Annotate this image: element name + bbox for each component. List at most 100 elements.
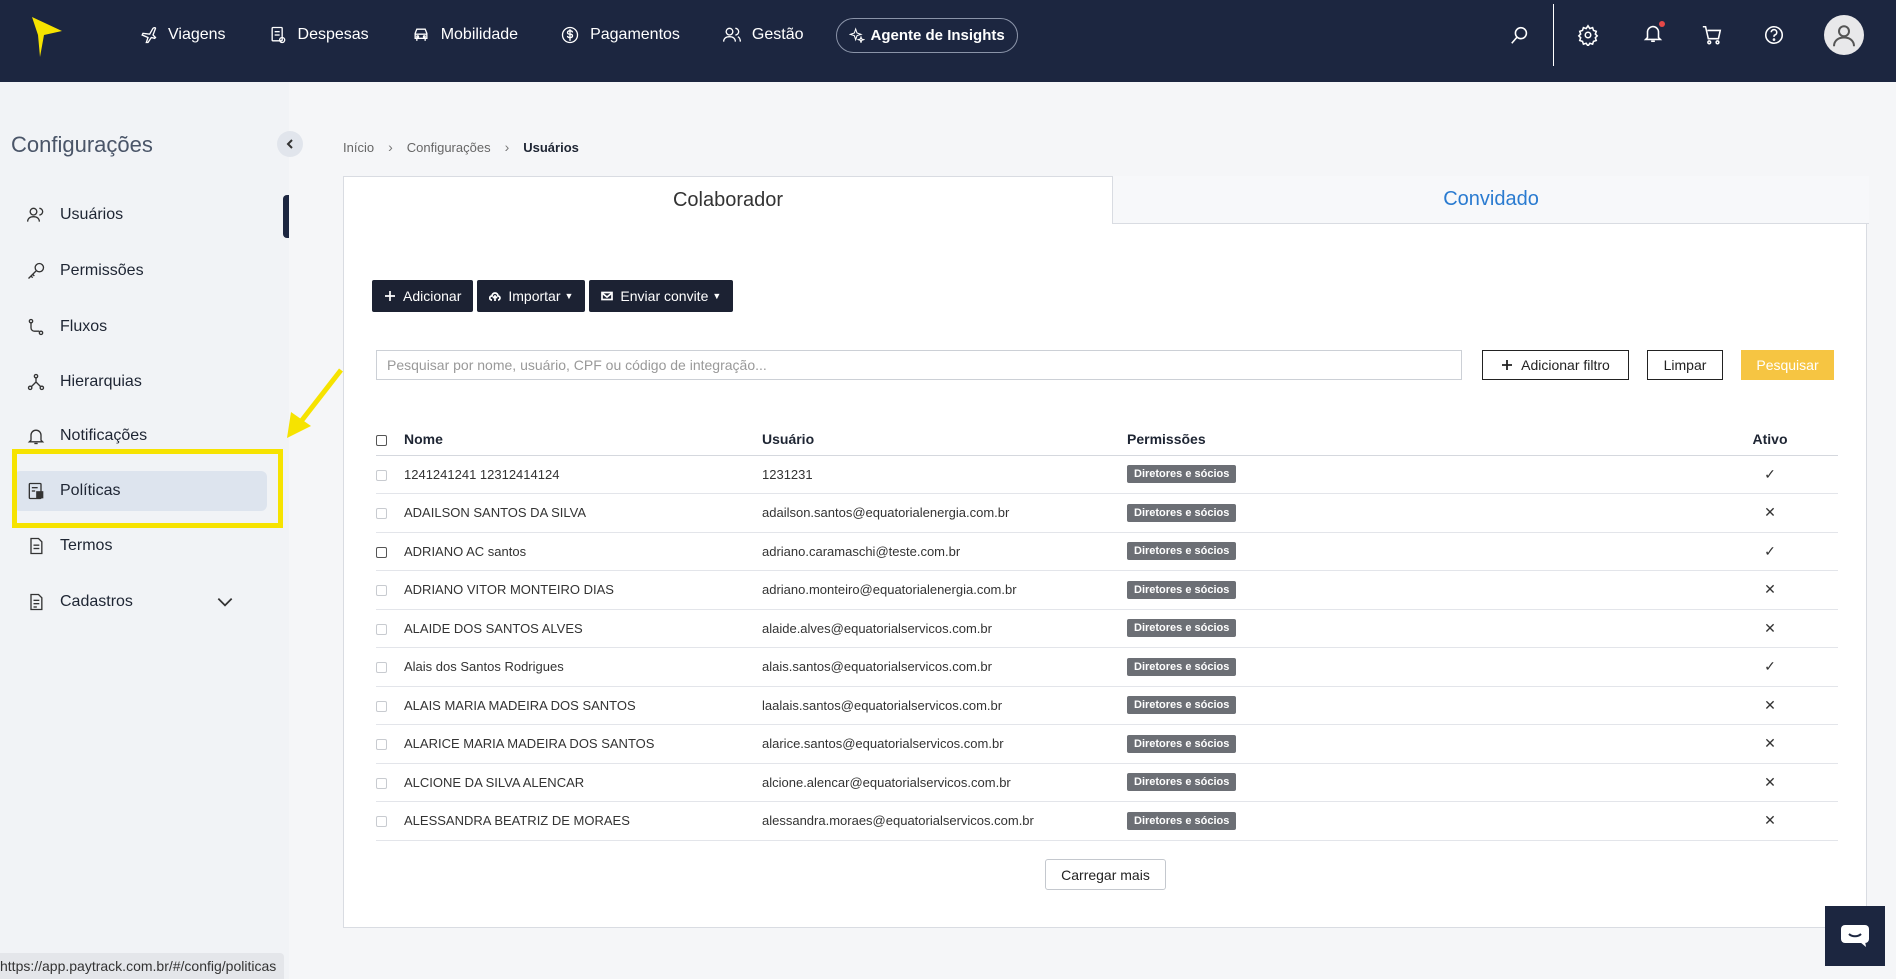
help-icon[interactable] bbox=[1763, 24, 1785, 46]
sidebar-collapse-button[interactable] bbox=[277, 131, 303, 157]
row-checkbox[interactable] bbox=[376, 508, 387, 520]
row-checkbox[interactable] bbox=[376, 546, 387, 558]
cell-permission: Diretores e sócios bbox=[1127, 532, 1702, 571]
row-checkbox[interactable] bbox=[376, 585, 387, 597]
cell-active: ✕ bbox=[1702, 801, 1838, 841]
chevron-left-icon bbox=[286, 139, 293, 149]
cell-user: adriano.monteiro@equatorialenergia.com.b… bbox=[762, 570, 1127, 610]
permission-badge: Diretores e sócios bbox=[1127, 657, 1237, 676]
nav-gestao[interactable]: Gestão bbox=[722, 25, 804, 45]
register-icon bbox=[30, 593, 43, 611]
table-row[interactable]: ADRIANO VITOR MONTEIRO DIAS adriano.monte… bbox=[376, 570, 1838, 610]
chevron-down-icon bbox=[217, 598, 233, 607]
cell-name: 1241241241 12312414124 bbox=[404, 455, 762, 494]
users-icon bbox=[27, 207, 44, 222]
table-row[interactable]: 1241241241 12312414124 1231231 Diretores e… bbox=[376, 455, 1838, 494]
row-checkbox[interactable] bbox=[376, 777, 387, 789]
sidebar-item-label: Termos bbox=[60, 537, 113, 554]
cart-icon[interactable] bbox=[1701, 24, 1723, 46]
nav-despesas[interactable]: Despesas bbox=[268, 25, 369, 45]
gear-icon[interactable] bbox=[1577, 24, 1599, 46]
nav-despesas-label: Despesas bbox=[297, 26, 369, 43]
flow-icon bbox=[28, 318, 44, 336]
add-button[interactable]: Adicionar bbox=[372, 280, 474, 312]
nav-viagens[interactable]: Viagens bbox=[138, 25, 226, 45]
table-row[interactable]: ALCIONE DA SILVA ALENCAR alcione.alencar@… bbox=[376, 763, 1838, 802]
row-checkbox[interactable] bbox=[376, 469, 387, 481]
cell-active: ✓ bbox=[1702, 647, 1838, 687]
table-row[interactable]: ADRIANO AC santos adriano.caramaschi@test… bbox=[376, 532, 1838, 571]
nav-gestao-label: Gestão bbox=[751, 26, 804, 43]
send-invite-button[interactable]: Enviar convite ▼ bbox=[589, 280, 734, 312]
table-row[interactable]: ALAIDE DOS SANTOS ALVES alaide.alves@equa… bbox=[376, 609, 1838, 648]
table-row[interactable]: ALAIS MARIA MADEIRA DOS SANTOS laalais.sa… bbox=[376, 686, 1838, 725]
add-filter-button[interactable]: Adicionar filtro bbox=[1482, 350, 1629, 380]
search-button[interactable]: Pesquisar bbox=[1741, 350, 1834, 380]
cell-user: alessandra.moraes@equatorialservicos.com… bbox=[762, 801, 1127, 841]
header-ativo[interactable]: Ativo bbox=[1702, 423, 1838, 456]
sidebar-item-hierarquias[interactable]: Hierarquias bbox=[14, 362, 267, 402]
cell-active: ✕ bbox=[1702, 493, 1838, 533]
row-checkbox[interactable] bbox=[376, 623, 387, 635]
table-body: 1241241241 12312414124 1231231 Diretores e… bbox=[376, 455, 1838, 841]
table-row[interactable]: ADAILSON SANTOS DA SILVA adailson.santos@… bbox=[376, 493, 1838, 533]
sidebar-item-fluxos[interactable]: Fluxos bbox=[14, 307, 267, 347]
cell-user: alaide.alves@equatorialservicos.com.br bbox=[762, 609, 1127, 648]
select-all-checkbox[interactable] bbox=[376, 434, 387, 446]
sidebar-item-label: Notificações bbox=[60, 427, 148, 444]
tab-convidado[interactable]: Convidado bbox=[1113, 176, 1869, 224]
cell-name: ALARICE MARIA MADEIRA DOS SANTOS bbox=[404, 724, 762, 764]
users-table: Nome Usuário Permissões Ativo 1241241241… bbox=[376, 423, 1838, 841]
notification-dot bbox=[1659, 20, 1665, 27]
cell-permission: Diretores e sócios bbox=[1127, 609, 1702, 648]
header-usuario[interactable]: Usuário bbox=[762, 423, 1127, 456]
sidebar-item-label: Usuários bbox=[60, 206, 124, 223]
plus-icon bbox=[385, 291, 395, 301]
sidebar-item-usuarios[interactable]: Usuários bbox=[14, 195, 267, 235]
table-row[interactable]: Alais dos Santos Rodrigues alais.santos@e… bbox=[376, 647, 1838, 687]
tab-colaborador[interactable]: Colaborador bbox=[343, 176, 1113, 224]
sidebar-title: Configurações bbox=[11, 132, 153, 157]
nav-pagamentos[interactable]: Pagamentos bbox=[560, 25, 680, 45]
add-filter-label: Adicionar filtro bbox=[1521, 357, 1610, 373]
search-input[interactable]: Pesquisar por nome, usuário, CPF ou códi… bbox=[376, 350, 1462, 380]
cell-active: ✕ bbox=[1702, 763, 1838, 802]
sidebar-item-termos[interactable]: Termos bbox=[14, 526, 267, 566]
chat-button[interactable] bbox=[1825, 906, 1885, 966]
permission-badge: Diretores e sócios bbox=[1127, 580, 1237, 599]
notifications[interactable] bbox=[1642, 20, 1665, 49]
agente-insights-button[interactable]: Agente de Insights bbox=[835, 17, 1018, 53]
search-icon[interactable] bbox=[1509, 24, 1531, 46]
import-button[interactable]: Importar ▼ bbox=[477, 280, 586, 312]
permission-badge: Diretores e sócios bbox=[1127, 696, 1237, 715]
cell-name: ALAIS MARIA MADEIRA DOS SANTOS bbox=[404, 686, 762, 725]
row-checkbox[interactable] bbox=[376, 739, 387, 751]
permission-badge: Diretores e sócios bbox=[1127, 542, 1237, 561]
clear-button[interactable]: Limpar bbox=[1647, 350, 1723, 380]
row-checkbox[interactable] bbox=[376, 700, 387, 712]
sidebar-item-cadastros[interactable]: Cadastros bbox=[14, 582, 267, 622]
load-more-button[interactable]: Carregar mais bbox=[1045, 859, 1166, 890]
paytrack-logo[interactable] bbox=[30, 15, 64, 59]
row-select-cell bbox=[376, 609, 404, 648]
sidebar-item-permissoes[interactable]: Permissões bbox=[14, 251, 267, 291]
table-row[interactable]: ALESSANDRA BEATRIZ DE MORAES alessandra.m… bbox=[376, 801, 1838, 841]
cell-user: adriano.caramaschi@teste.com.br bbox=[762, 532, 1127, 571]
nav-mobilidade[interactable]: Mobilidade bbox=[411, 25, 518, 45]
breadcrumb-home[interactable]: Início bbox=[343, 140, 374, 155]
row-select-cell bbox=[376, 532, 404, 571]
header-nome[interactable]: Nome bbox=[404, 423, 762, 456]
breadcrumb-config[interactable]: Configurações bbox=[407, 140, 491, 155]
row-checkbox[interactable] bbox=[376, 816, 387, 828]
row-checkbox[interactable] bbox=[376, 662, 387, 674]
permission-badge: Diretores e sócios bbox=[1127, 811, 1237, 830]
row-select-cell bbox=[376, 724, 404, 764]
permission-badge: Diretores e sócios bbox=[1127, 734, 1237, 753]
select-all-header bbox=[376, 423, 404, 456]
cell-active: ✓ bbox=[1702, 532, 1838, 571]
header-permissoes[interactable]: Permissões bbox=[1127, 423, 1702, 456]
table-row[interactable]: ALARICE MARIA MADEIRA DOS SANTOS alarice.… bbox=[376, 724, 1838, 764]
cell-permission: Diretores e sócios bbox=[1127, 570, 1702, 610]
status-url: https://app.paytrack.com.br/#/config/pol… bbox=[0, 953, 285, 979]
avatar[interactable] bbox=[1824, 15, 1864, 55]
